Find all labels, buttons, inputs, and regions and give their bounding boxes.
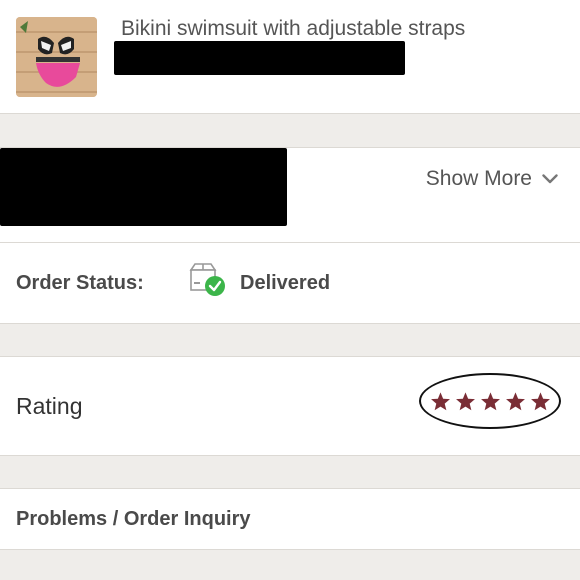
rating-label: Rating [16,393,83,419]
bikini-image [16,17,97,97]
product-title[interactable]: Bikini swimsuit with adjustable straps [121,17,465,41]
order-status-section: Order Status: Delivered [0,242,580,324]
show-more-button[interactable]: Show More [426,167,558,191]
product-thumbnail[interactable] [16,17,97,97]
star-icon[interactable] [480,391,501,412]
order-status-label: Order Status: [16,272,144,294]
problems-label: Problems / Order Inquiry [16,508,251,530]
star-rating[interactable] [419,373,561,429]
star-icon[interactable] [455,391,476,412]
problems-section[interactable]: Problems / Order Inquiry [0,488,580,550]
redacted-block [114,41,405,75]
star-icon[interactable] [505,391,526,412]
redacted-block [0,148,287,226]
details-section: Show More [0,147,580,243]
order-status-value: Delivered [240,272,331,294]
show-more-label: Show More [425,167,532,190]
delivered-box-icon [189,263,225,296]
star-icon[interactable] [530,391,551,412]
rating-section: Rating [0,356,580,456]
chevron-down-icon [542,174,558,184]
product-section: Bikini swimsuit with adjustable straps [0,0,580,114]
star-icon[interactable] [430,391,451,412]
